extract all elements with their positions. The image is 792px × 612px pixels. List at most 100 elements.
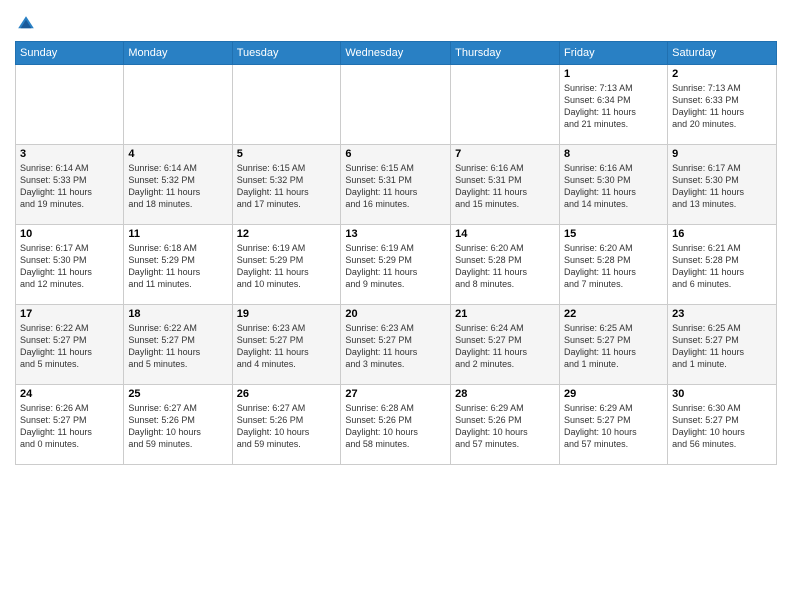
- calendar-cell-2-2: 4Sunrise: 6:14 AM Sunset: 5:32 PM Daylig…: [124, 145, 232, 225]
- calendar-week-3: 10 Sunrise: 6:17 AM Sunset: 5:30 PM Dayli…: [16, 225, 777, 305]
- day-info: Sunrise: 6:17 AM Sunset: 5:30 PM Dayligh…: [20, 242, 119, 291]
- day-number: 18: [128, 308, 227, 320]
- day-info: Sunrise: 6:29 AM Sunset: 5:26 PM Dayligh…: [455, 402, 555, 451]
- calendar-cell-2-3: 5 Sunrise: 6:15 AM Sunset: 5:32 PM Daylig…: [232, 145, 341, 225]
- day-number: 17: [20, 308, 119, 320]
- day-number: 23: [672, 308, 772, 320]
- day-info: Sunrise: 6:30 AM Sunset: 5:27 PM Dayligh…: [672, 402, 772, 451]
- day-info: Sunrise: 6:23 AM Sunset: 5:27 PM Dayligh…: [237, 322, 337, 371]
- calendar-cell-4-5: 21 Sunrise: 6:24 AM Sunset: 5:27 PM Dayli…: [451, 305, 560, 385]
- day-info: Sunrise: 6:19 AM Sunset: 5:29 PM Dayligh…: [345, 242, 446, 291]
- day-info: Sunrise: 7:13 AM Sunset: 6:33 PM Dayligh…: [672, 82, 772, 131]
- calendar-cell-5-3: 26Sunrise: 6:27 AM Sunset: 5:26 PM Dayli…: [232, 385, 341, 465]
- weekday-monday: Monday: [124, 42, 232, 65]
- day-number: 16: [672, 228, 772, 240]
- day-number: 9: [672, 148, 772, 160]
- day-info: Sunrise: 6:16 AM Sunset: 5:30 PM Dayligh…: [564, 162, 663, 211]
- day-info: Sunrise: 6:20 AM Sunset: 5:28 PM Dayligh…: [455, 242, 555, 291]
- calendar-cell-2-5: 7Sunrise: 6:16 AM Sunset: 5:31 PM Daylig…: [451, 145, 560, 225]
- day-number: 19: [237, 308, 337, 320]
- calendar-cell-3-2: 11 Sunrise: 6:18 AM Sunset: 5:29 PM Dayli…: [124, 225, 232, 305]
- calendar-cell-5-1: 24 Sunrise: 6:26 AM Sunset: 5:27 PM Dayli…: [16, 385, 124, 465]
- day-number: 3: [20, 148, 119, 160]
- weekday-thursday: Thursday: [451, 42, 560, 65]
- day-number: 28: [455, 388, 555, 400]
- day-info: Sunrise: 6:20 AM Sunset: 5:28 PM Dayligh…: [564, 242, 663, 291]
- day-info: Sunrise: 6:24 AM Sunset: 5:27 PM Dayligh…: [455, 322, 555, 371]
- day-number: 8: [564, 148, 663, 160]
- day-number: 25: [128, 388, 227, 400]
- day-number: 13: [345, 228, 446, 240]
- day-info: Sunrise: 6:29 AM Sunset: 5:27 PM Dayligh…: [564, 402, 663, 451]
- calendar-cell-3-3: 12 Sunrise: 6:19 AM Sunset: 5:29 PM Dayli…: [232, 225, 341, 305]
- day-number: 20: [345, 308, 446, 320]
- calendar-cell-3-7: 16 Sunrise: 6:21 AM Sunset: 5:28 PM Dayli…: [668, 225, 777, 305]
- day-info: Sunrise: 6:15 AM Sunset: 5:31 PM Dayligh…: [345, 162, 446, 211]
- calendar-cell-5-6: 29Sunrise: 6:29 AM Sunset: 5:27 PM Dayli…: [560, 385, 668, 465]
- day-info: Sunrise: 6:22 AM Sunset: 5:27 PM Dayligh…: [128, 322, 227, 371]
- calendar-cell-5-5: 28 Sunrise: 6:29 AM Sunset: 5:26 PM Dayli…: [451, 385, 560, 465]
- calendar-cell-1-2: [124, 65, 232, 145]
- calendar-cell-3-4: 13 Sunrise: 6:19 AM Sunset: 5:29 PM Dayli…: [341, 225, 451, 305]
- day-info: Sunrise: 6:28 AM Sunset: 5:26 PM Dayligh…: [345, 402, 446, 451]
- day-info: Sunrise: 6:18 AM Sunset: 5:29 PM Dayligh…: [128, 242, 227, 291]
- day-info: Sunrise: 6:23 AM Sunset: 5:27 PM Dayligh…: [345, 322, 446, 371]
- day-number: 22: [564, 308, 663, 320]
- day-info: Sunrise: 6:17 AM Sunset: 5:30 PM Dayligh…: [672, 162, 772, 211]
- calendar-cell-3-6: 15 Sunrise: 6:20 AM Sunset: 5:28 PM Dayli…: [560, 225, 668, 305]
- calendar-cell-4-1: 17Sunrise: 6:22 AM Sunset: 5:27 PM Dayli…: [16, 305, 124, 385]
- logo-icon: [17, 15, 35, 33]
- day-info: Sunrise: 6:26 AM Sunset: 5:27 PM Dayligh…: [20, 402, 119, 451]
- day-number: 6: [345, 148, 446, 160]
- calendar-cell-2-7: 9 Sunrise: 6:17 AM Sunset: 5:30 PM Daylig…: [668, 145, 777, 225]
- calendar-week-4: 17 Sunrise: 6:22 AM Sunset: 5:27 PM Dayli…: [16, 305, 777, 385]
- calendar-cell-1-7: 2 Sunrise: 7:13 AM Sunset: 6:33 PM Daylig…: [668, 65, 777, 145]
- day-number: 14: [455, 228, 555, 240]
- calendar-cell-4-2: 18 Sunrise: 6:22 AM Sunset: 5:27 PM Dayli…: [124, 305, 232, 385]
- calendar-cell-4-6: 22 Sunrise: 6:25 AM Sunset: 5:27 PM Dayli…: [560, 305, 668, 385]
- weekday-sunday: Sunday: [16, 42, 124, 65]
- day-info: Sunrise: 6:27 AM Sunset: 5:26 PM Dayligh…: [128, 402, 227, 451]
- day-number: 12: [237, 228, 337, 240]
- day-info: Sunrise: 6:15 AM Sunset: 5:32 PM Dayligh…: [237, 162, 337, 211]
- calendar-cell-2-4: 6 Sunrise: 6:15 AM Sunset: 5:31 PM Daylig…: [341, 145, 451, 225]
- day-number: 24: [20, 388, 119, 400]
- calendar-cell-2-6: 8 Sunrise: 6:16 AM Sunset: 5:30 PM Daylig…: [560, 145, 668, 225]
- calendar-cell-5-2: 25 Sunrise: 6:27 AM Sunset: 5:26 PM Dayli…: [124, 385, 232, 465]
- day-number: 15: [564, 228, 663, 240]
- calendar-week-2: 3 Sunrise: 6:14 AM Sunset: 5:33 PM Daylig…: [16, 145, 777, 225]
- page-container: SundayMondayTuesdayWednesdayThursdayFrid…: [0, 0, 792, 470]
- calendar-cell-5-7: 30 Sunrise: 6:30 AM Sunset: 5:27 PM Dayli…: [668, 385, 777, 465]
- weekday-header-row: SundayMondayTuesdayWednesdayThursdayFrid…: [16, 42, 777, 65]
- day-number: 11: [128, 228, 227, 240]
- day-info: Sunrise: 6:14 AM Sunset: 5:32 PM Dayligh…: [128, 162, 227, 211]
- day-info: Sunrise: 6:21 AM Sunset: 5:28 PM Dayligh…: [672, 242, 772, 291]
- calendar-table: SundayMondayTuesdayWednesdayThursdayFrid…: [15, 41, 777, 465]
- day-number: 7: [455, 148, 555, 160]
- calendar-cell-1-3: [232, 65, 341, 145]
- calendar-cell-4-4: 20 Sunrise: 6:23 AM Sunset: 5:27 PM Dayli…: [341, 305, 451, 385]
- calendar-cell-4-3: 19 Sunrise: 6:23 AM Sunset: 5:27 PM Dayli…: [232, 305, 341, 385]
- day-number: 1: [564, 68, 663, 80]
- calendar-cell-1-1: [16, 65, 124, 145]
- calendar-cell-4-7: 23Sunrise: 6:25 AM Sunset: 5:27 PM Dayli…: [668, 305, 777, 385]
- day-info: Sunrise: 7:13 AM Sunset: 6:34 PM Dayligh…: [564, 82, 663, 131]
- day-number: 2: [672, 68, 772, 80]
- day-number: 21: [455, 308, 555, 320]
- day-info: Sunrise: 6:14 AM Sunset: 5:33 PM Dayligh…: [20, 162, 119, 211]
- calendar-cell-5-4: 27 Sunrise: 6:28 AM Sunset: 5:26 PM Dayli…: [341, 385, 451, 465]
- calendar-week-5: 24 Sunrise: 6:26 AM Sunset: 5:27 PM Dayli…: [16, 385, 777, 465]
- weekday-tuesday: Tuesday: [232, 42, 341, 65]
- day-info: Sunrise: 6:19 AM Sunset: 5:29 PM Dayligh…: [237, 242, 337, 291]
- day-number: 30: [672, 388, 772, 400]
- day-number: 5: [237, 148, 337, 160]
- logo: [15, 15, 35, 33]
- day-number: 27: [345, 388, 446, 400]
- calendar-cell-3-1: 10 Sunrise: 6:17 AM Sunset: 5:30 PM Dayli…: [16, 225, 124, 305]
- calendar-cell-1-4: [341, 65, 451, 145]
- day-info: Sunrise: 6:27 AM Sunset: 5:26 PM Dayligh…: [237, 402, 337, 451]
- weekday-saturday: Saturday: [668, 42, 777, 65]
- calendar-cell-1-5: [451, 65, 560, 145]
- day-info: Sunrise: 6:25 AM Sunset: 5:27 PM Dayligh…: [564, 322, 663, 371]
- day-number: 10: [20, 228, 119, 240]
